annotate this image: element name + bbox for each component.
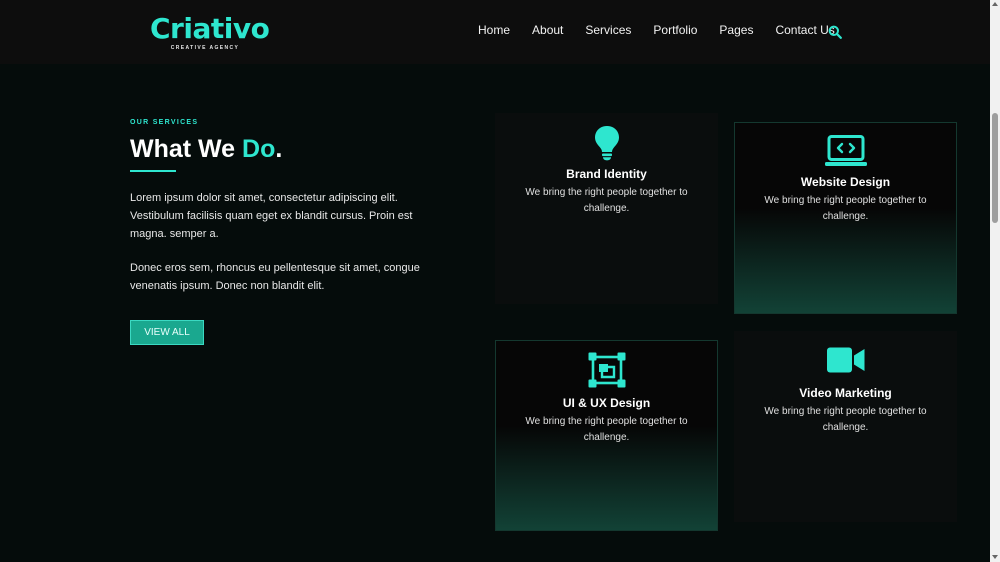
- scroll-up-arrow-icon[interactable]: [992, 2, 998, 6]
- logo-tagline: CREATIVE AGENCY: [170, 45, 240, 51]
- heading-underline: [130, 170, 176, 172]
- main-nav: Home About Services Portfolio Pages Cont…: [478, 23, 835, 37]
- logo-name: Criativo: [150, 12, 270, 45]
- nav-item-about[interactable]: About: [532, 23, 563, 37]
- service-title: Website Design: [800, 175, 891, 189]
- service-description: We bring the right people together to ch…: [764, 406, 927, 433]
- logo[interactable]: Criativo CREATIVE AGENCY: [150, 12, 270, 52]
- service-title: Video Marketing: [799, 386, 892, 400]
- service-card-ui-ux-design[interactable]: UI & UX Design We bring the right people…: [495, 340, 718, 531]
- service-description: We bring the right people together to ch…: [525, 416, 688, 443]
- site-header: Criativo CREATIVE AGENCY Home About Serv…: [0, 0, 990, 64]
- intro-paragraph-1: Lorem ipsum dolor sit amet, consectetur …: [130, 192, 413, 240]
- service-card-brand-identity[interactable]: Brand Identity We bring the right people…: [495, 113, 718, 304]
- section-heading: What We Do.: [130, 134, 282, 164]
- service-description: We bring the right people together to ch…: [764, 195, 927, 222]
- scrollbar-track[interactable]: [990, 0, 1000, 562]
- heading-main: What We: [130, 135, 243, 163]
- video-camera-icon: [826, 347, 864, 373]
- scroll-down-arrow-icon[interactable]: [992, 555, 998, 559]
- scrollbar-thumb[interactable]: [992, 113, 998, 223]
- nav-item-portfolio[interactable]: Portfolio: [653, 23, 697, 37]
- nav-item-services[interactable]: Services: [585, 23, 631, 37]
- service-description: We bring the right people together to ch…: [525, 187, 688, 214]
- service-title: UI & UX Design: [562, 396, 651, 410]
- search-icon[interactable]: [828, 25, 842, 39]
- service-card-website-design[interactable]: Website Design We bring the right people…: [734, 122, 957, 314]
- nav-item-pages[interactable]: Pages: [719, 23, 753, 37]
- view-all-button[interactable]: VIEW ALL: [130, 320, 204, 345]
- section-eyebrow: OUR SERVICES: [130, 119, 199, 126]
- intro-paragraph-2: Donec eros sem, rhoncus eu pellentesque …: [130, 262, 420, 292]
- service-title: Brand Identity: [566, 167, 647, 181]
- nav-item-contact[interactable]: Contact Us: [775, 23, 834, 37]
- laptop-code-icon: [824, 135, 867, 166]
- lightbulb-icon: [594, 126, 619, 161]
- vector-square-icon: [588, 352, 625, 388]
- service-card-video-marketing[interactable]: Video Marketing We bring the right peopl…: [734, 331, 957, 522]
- nav-item-home[interactable]: Home: [478, 23, 510, 37]
- heading-accent: Do: [242, 135, 276, 163]
- heading-end: .: [275, 135, 283, 163]
